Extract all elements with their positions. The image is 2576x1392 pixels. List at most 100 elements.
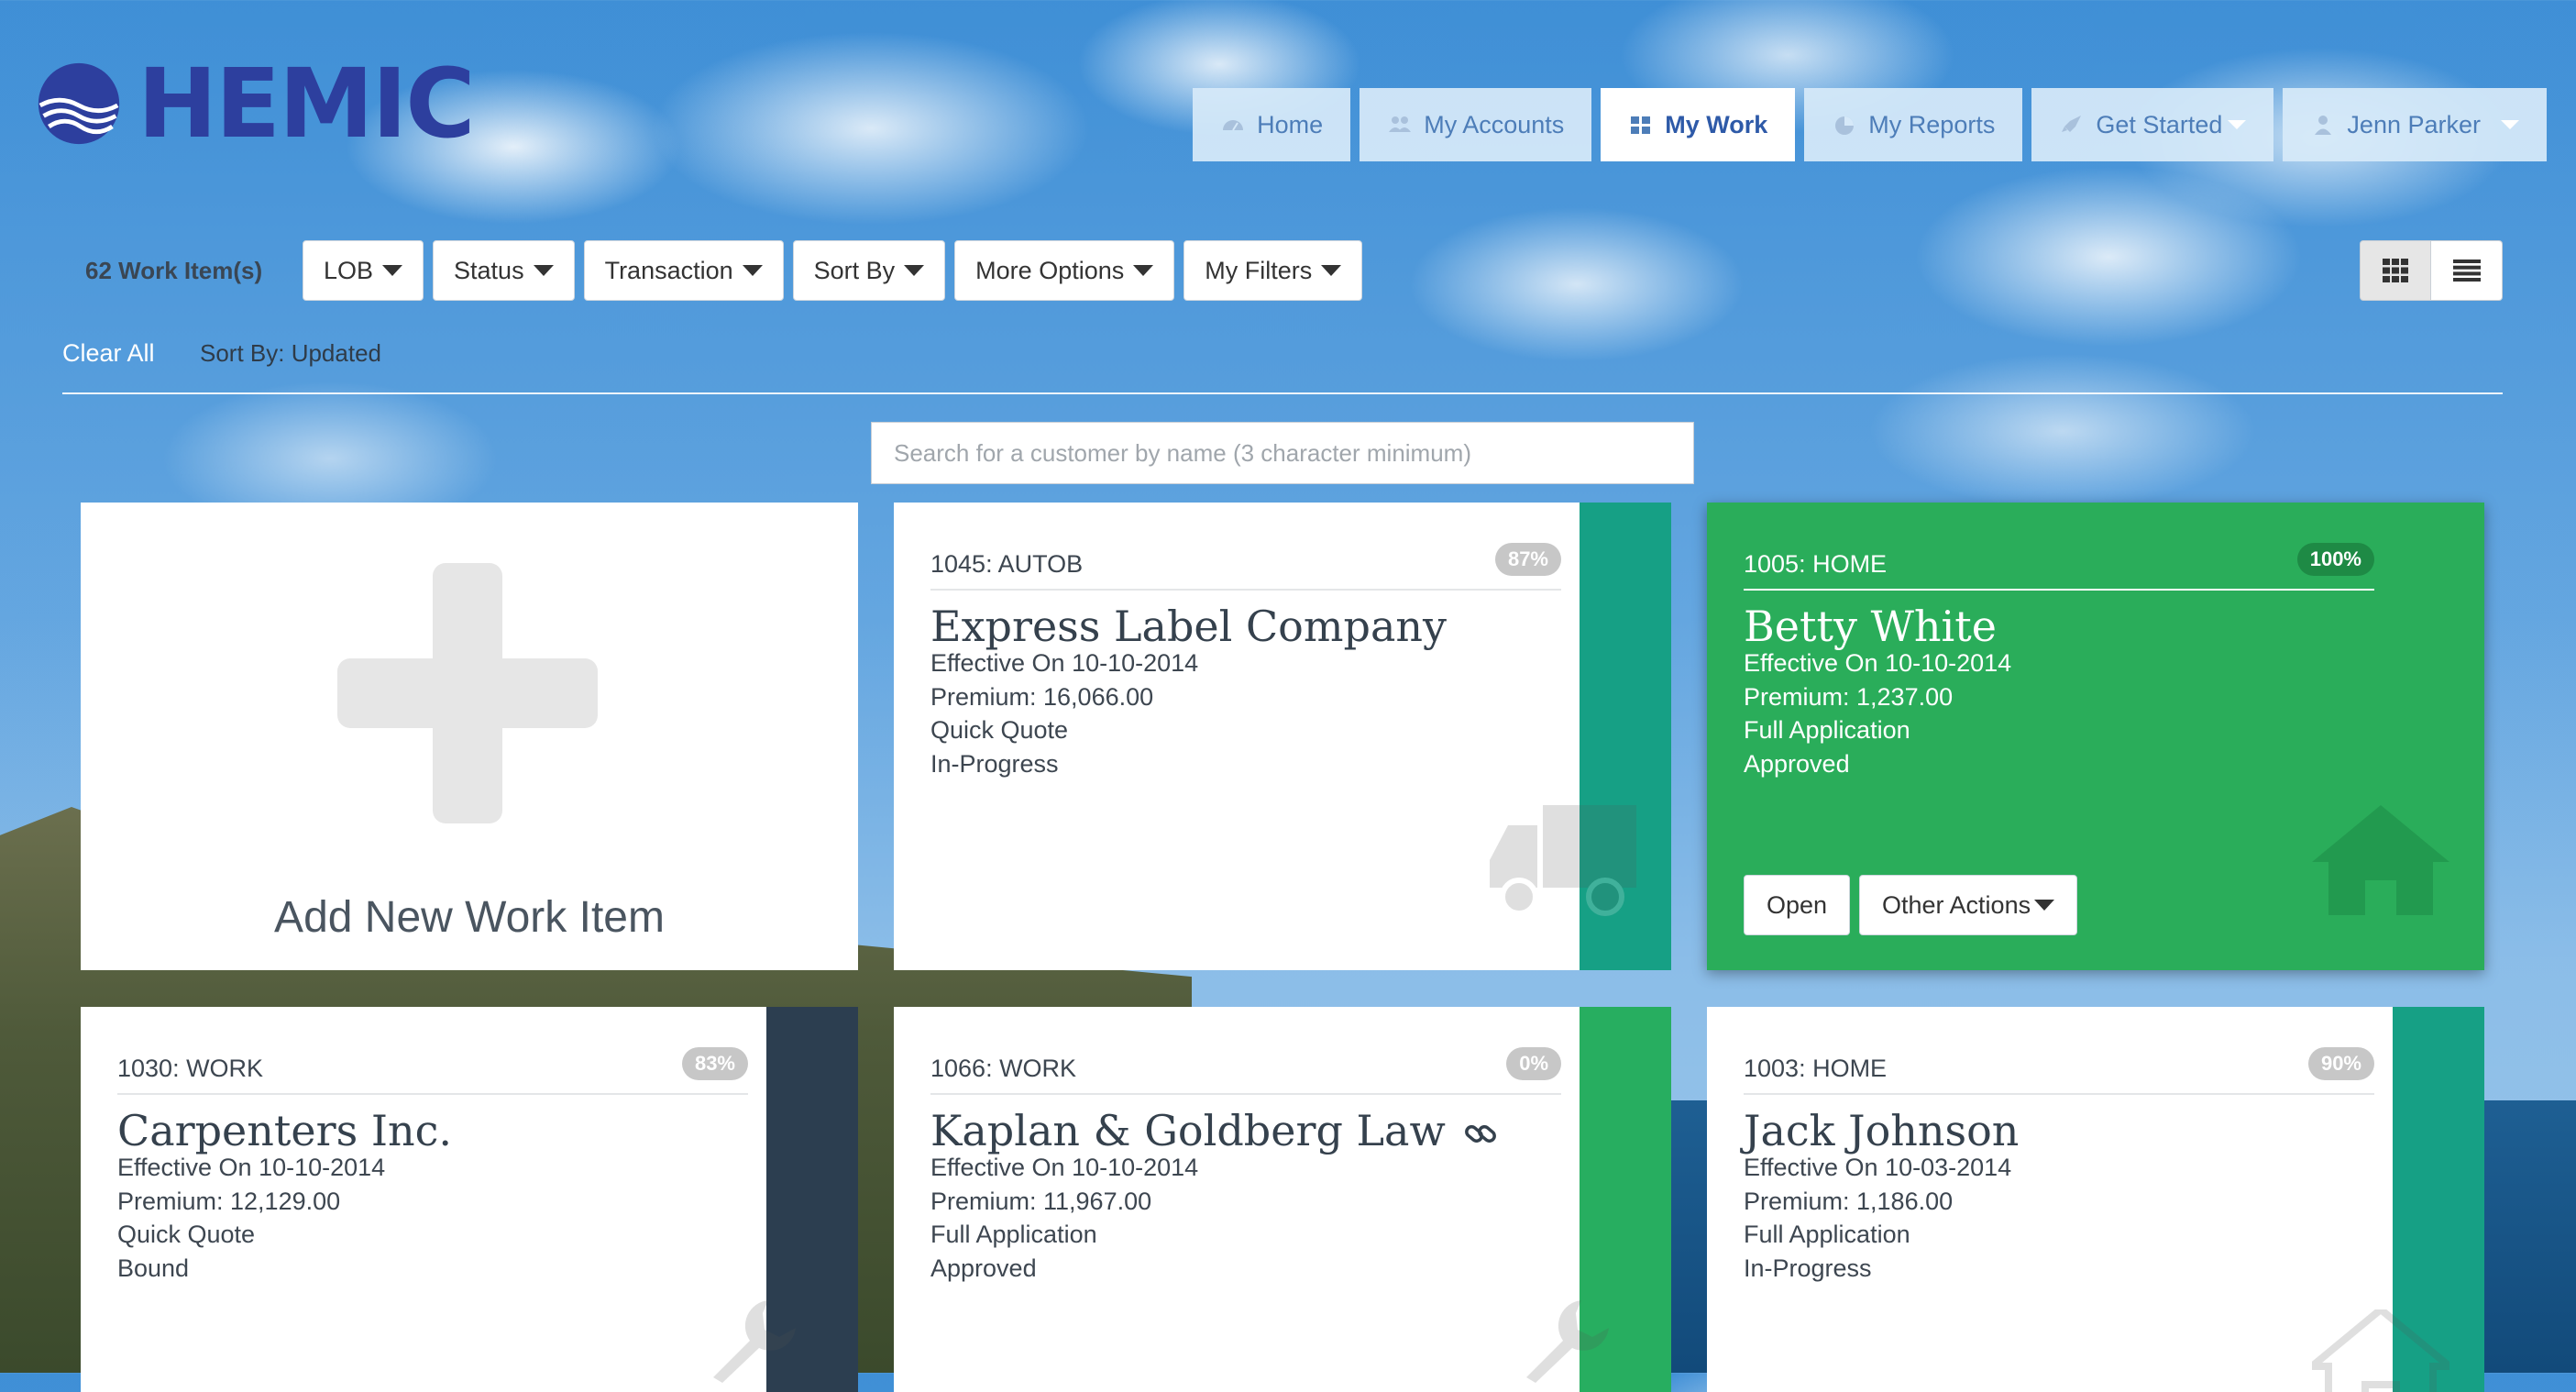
wrench-icon: [1526, 1300, 1609, 1383]
nav-get-started[interactable]: Get Started: [2031, 88, 2274, 161]
card-premium: Premium: 11,967.00: [930, 1188, 1152, 1215]
users-icon: [1389, 116, 1412, 132]
clear-all-link[interactable]: Clear All: [62, 339, 155, 368]
sort-by-button[interactable]: Sort By: [792, 240, 946, 301]
sort-by-indicator: Sort By: Updated: [200, 339, 381, 367]
more-options-button[interactable]: More Options: [954, 240, 1175, 301]
nav-my-reports-label: My Reports: [1868, 110, 1996, 138]
other-actions-button[interactable]: Other Actions: [1859, 875, 2078, 935]
card-status: Approved: [930, 1254, 1037, 1282]
list-view-icon: [2452, 260, 2481, 282]
card-code: 1045: AUTOB: [930, 550, 1084, 578]
card-customer-name[interactable]: Carpenters Inc.: [117, 1106, 452, 1155]
nav-get-started-label: Get Started: [2096, 110, 2223, 138]
work-item-count: 62 Work Item(s): [85, 257, 263, 284]
card-separator: [930, 589, 1561, 591]
link-icon: [1464, 1125, 1496, 1143]
pie-chart-icon: [1835, 116, 1855, 135]
plus-icon: [337, 563, 598, 823]
card-code: 1005: HOME: [1744, 550, 1888, 578]
card-customer-name[interactable]: Express Label Company: [930, 602, 1447, 651]
grid-icon: [1631, 116, 1651, 134]
card-effective-date: Effective On 10-10-2014: [1744, 649, 2012, 677]
card-status: In-Progress: [1744, 1254, 1872, 1282]
card-premium: Premium: 16,066.00: [930, 683, 1154, 711]
wrench-icon: [713, 1300, 796, 1383]
my-filters-button[interactable]: My Filters: [1183, 240, 1363, 301]
card-status: Approved: [1744, 750, 1850, 778]
nav-user-menu[interactable]: Jenn Parker: [2283, 88, 2547, 161]
work-item-card[interactable]: 1066: WORK 0% Kaplan & Goldberg Law Effe…: [894, 1007, 1671, 1392]
card-status: Bound: [117, 1254, 190, 1282]
filter-lob-button[interactable]: LOB: [303, 240, 424, 301]
filter-transaction-label: Transaction: [604, 256, 733, 284]
home-icon: [2312, 805, 2449, 915]
open-button-label: Open: [1767, 890, 1828, 919]
sort-by-label: Sort By: [813, 256, 896, 284]
card-transaction: Full Application: [1744, 1221, 1910, 1248]
nav-my-accounts[interactable]: My Accounts: [1360, 88, 1592, 161]
work-item-card[interactable]: 1003: HOME 90% Jack Johnson Effective On…: [1707, 1007, 2484, 1392]
nav-my-reports[interactable]: My Reports: [1804, 88, 2023, 161]
truck-icon: [1490, 805, 1636, 916]
chevron-down-icon: [1133, 265, 1154, 276]
card-customer-name[interactable]: Betty White: [1744, 602, 1997, 651]
logo-globe-icon: [38, 62, 120, 145]
card-status: In-Progress: [930, 750, 1059, 778]
chevron-down-icon: [533, 265, 554, 276]
card-separator: [930, 1093, 1561, 1095]
card-premium: Premium: 1,237.00: [1744, 683, 1954, 711]
hemic-logo[interactable]: HEMIC: [35, 48, 476, 160]
grid-view-button[interactable]: [2360, 240, 2431, 301]
card-effective-date: Effective On 10-10-2014: [930, 1154, 1199, 1181]
work-item-card[interactable]: 1045: AUTOB 87% Express Label Company Ef…: [894, 503, 1671, 970]
work-item-card[interactable]: 1030: WORK 83% Carpenters Inc. Effective…: [81, 1007, 858, 1392]
view-toggle: [2360, 240, 2503, 301]
card-transaction: Quick Quote: [930, 716, 1069, 744]
chevron-down-icon: [742, 265, 763, 276]
card-customer-name[interactable]: Kaplan & Goldberg Law: [930, 1106, 1500, 1155]
add-new-work-item-card[interactable]: Add New Work Item: [81, 503, 858, 970]
nav-my-accounts-label: My Accounts: [1424, 110, 1565, 138]
progress-badge: 83%: [681, 1047, 748, 1080]
chevron-down-icon: [2034, 900, 2055, 911]
card-transaction: Full Application: [1744, 716, 1910, 744]
progress-badge: 100%: [2296, 543, 2374, 576]
chevron-down-icon: [2228, 120, 2247, 129]
card-premium: Premium: 12,129.00: [117, 1188, 341, 1215]
open-button[interactable]: Open: [1744, 875, 1851, 935]
nav-my-work-label: My Work: [1665, 110, 1768, 138]
card-transaction: Quick Quote: [117, 1221, 256, 1248]
card-effective-date: Effective On 10-03-2014: [1744, 1154, 2012, 1181]
progress-badge: 0%: [1506, 1047, 1561, 1080]
add-new-work-item-label: Add New Work Item: [274, 893, 665, 942]
work-item-card-selected[interactable]: 1005: HOME 100% Betty White Effective On…: [1707, 503, 2484, 970]
nav-my-work[interactable]: My Work: [1601, 88, 1796, 161]
progress-badge: 90%: [2307, 1047, 2374, 1080]
card-customer-name[interactable]: Jack Johnson: [1744, 1106, 2019, 1155]
card-separator: [117, 1093, 748, 1095]
nav-home[interactable]: Home: [1193, 88, 1351, 161]
home-icon: [2312, 1309, 2449, 1392]
main-nav: Home My Accounts My Work My Reports Get …: [1193, 88, 2547, 161]
logo-text: HEMIC: [138, 48, 476, 160]
chevron-down-icon: [2501, 120, 2519, 129]
filter-status-button[interactable]: Status: [433, 240, 575, 301]
filter-status-label: Status: [454, 256, 524, 284]
card-separator: [1744, 589, 2374, 591]
customer-search-input[interactable]: [871, 422, 1694, 484]
user-icon: [2315, 116, 2332, 135]
card-code: 1003: HOME: [1744, 1055, 1888, 1082]
more-options-label: More Options: [975, 256, 1125, 284]
chevron-down-icon: [382, 265, 403, 276]
divider: [62, 392, 2503, 394]
card-effective-date: Effective On 10-10-2014: [930, 649, 1199, 677]
card-transaction: Full Application: [930, 1221, 1097, 1248]
filter-transaction-button[interactable]: Transaction: [583, 240, 784, 301]
filter-lob-label: LOB: [324, 256, 374, 284]
card-separator: [1744, 1093, 2374, 1095]
my-filters-label: My Filters: [1205, 256, 1313, 284]
progress-badge: 87%: [1494, 543, 1561, 576]
list-view-button[interactable]: [2431, 240, 2503, 301]
card-effective-date: Effective On 10-10-2014: [117, 1154, 386, 1181]
